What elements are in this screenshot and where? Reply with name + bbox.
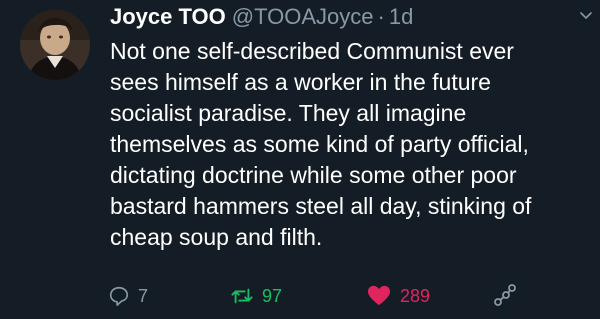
tweet-text: Not one self-described Communist ever se… [110,36,580,253]
tweet-text-line: Not one self-described Communist ever [110,38,514,64]
avatar[interactable] [20,10,90,80]
tweet-text-line: themselves as some kind of party officia… [110,131,529,157]
retweet-icon [231,288,253,304]
action-bar: 7 97 289 [108,282,588,310]
user-handle[interactable]: @TOOAJoyce [232,4,374,30]
retweet-count: 97 [262,285,283,306]
tweet-header: Joyce TOO @TOOAJoyce · 1d [110,4,580,32]
tweet-text-line: cheap soup and filth. [110,224,323,250]
share-icon [494,284,516,306]
like-count: 289 [400,285,431,306]
tweet-text-line: dictating doctrine while some other poor [110,162,517,188]
share-button[interactable] [493,282,525,310]
tweet-card[interactable]: Joyce TOO @TOOAJoyce · 1d Not one self-d… [0,0,600,319]
reply-button[interactable]: 7 [108,282,148,310]
reply-count: 7 [138,285,149,306]
chevron-down-icon[interactable] [578,8,594,24]
separator: · [377,4,385,29]
portrait-image [20,10,90,80]
tweet-text-line: socialist paradise. They all imagine [110,100,467,126]
like-button[interactable]: 289 [366,282,430,310]
reply-icon [109,286,129,306]
retweet-button[interactable]: 97 [230,282,282,310]
tweet-text-line: bastard hammers steel all day, stinking … [110,193,532,219]
display-name[interactable]: Joyce TOO [110,4,226,30]
tweet-content: Joyce TOO @TOOAJoyce · 1d Not one self-d… [110,4,580,253]
heart-icon [368,285,390,306]
tweet-text-line: sees himself as a worker in the future [110,69,491,95]
timestamp[interactable]: 1d [389,4,413,30]
